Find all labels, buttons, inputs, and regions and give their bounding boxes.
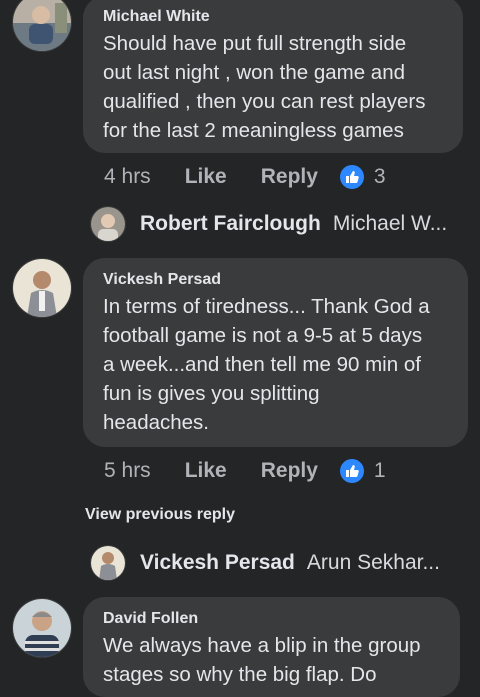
avatar-david-follen[interactable]: [12, 598, 72, 658]
reply-preview-row[interactable]: Vickesh Persad Arun Sekhar...: [90, 543, 440, 583]
comment-author[interactable]: Vickesh Persad: [103, 270, 448, 290]
comment-timestamp[interactable]: 4 hrs: [104, 165, 151, 189]
avatar-robert-fairclough[interactable]: [90, 206, 126, 242]
like-reaction-icon[interactable]: [339, 165, 364, 189]
profile-photo-icon: [91, 546, 125, 580]
comment-actions: 5 hrs Like Reply 1: [104, 456, 386, 486]
comment-text: In terms of tiredness... Thank God a foo…: [103, 295, 430, 434]
comment-text: Should have put full strength side out l…: [103, 32, 426, 142]
comment-author[interactable]: Michael White: [103, 7, 443, 27]
avatar-michael-white[interactable]: [12, 0, 72, 52]
reply-author[interactable]: Robert Fairclough: [140, 212, 321, 236]
reply-preview-text: Arun Sekhar...: [306, 551, 440, 574]
comment-bubble: Michael White Should have put full stren…: [83, 0, 463, 153]
like-button[interactable]: Like: [185, 165, 227, 189]
avatar-vickesh-persad[interactable]: [12, 258, 72, 318]
like-reaction-icon[interactable]: [339, 459, 364, 483]
profile-photo-icon: [13, 599, 71, 657]
profile-photo-icon: [13, 0, 71, 51]
reaction-count: 1: [373, 459, 386, 482]
reply-button[interactable]: Reply: [261, 165, 318, 189]
like-button[interactable]: Like: [185, 459, 227, 483]
reply-preview-row[interactable]: Robert Fairclough Michael W...: [90, 204, 447, 244]
comment-timestamp[interactable]: 5 hrs: [104, 459, 151, 483]
avatar-vickesh-persad-small[interactable]: [90, 545, 126, 581]
comment-bubble: Vickesh Persad In terms of tiredness... …: [83, 258, 468, 447]
reaction-count: 3: [373, 165, 386, 188]
comment-actions: 4 hrs Like Reply 3: [104, 162, 386, 192]
profile-photo-icon: [91, 207, 125, 241]
reply-author[interactable]: Vickesh Persad: [140, 551, 295, 575]
comment-text: We always have a blip in the group stage…: [103, 634, 421, 686]
reply-preview-text: Michael W...: [332, 212, 448, 235]
comment-author[interactable]: David Follen: [103, 609, 440, 629]
reply-button[interactable]: Reply: [261, 459, 318, 483]
view-previous-reply-link[interactable]: View previous reply: [85, 506, 235, 524]
profile-photo-icon: [13, 259, 71, 317]
comment-bubble: David Follen We always have a blip in th…: [83, 597, 460, 697]
